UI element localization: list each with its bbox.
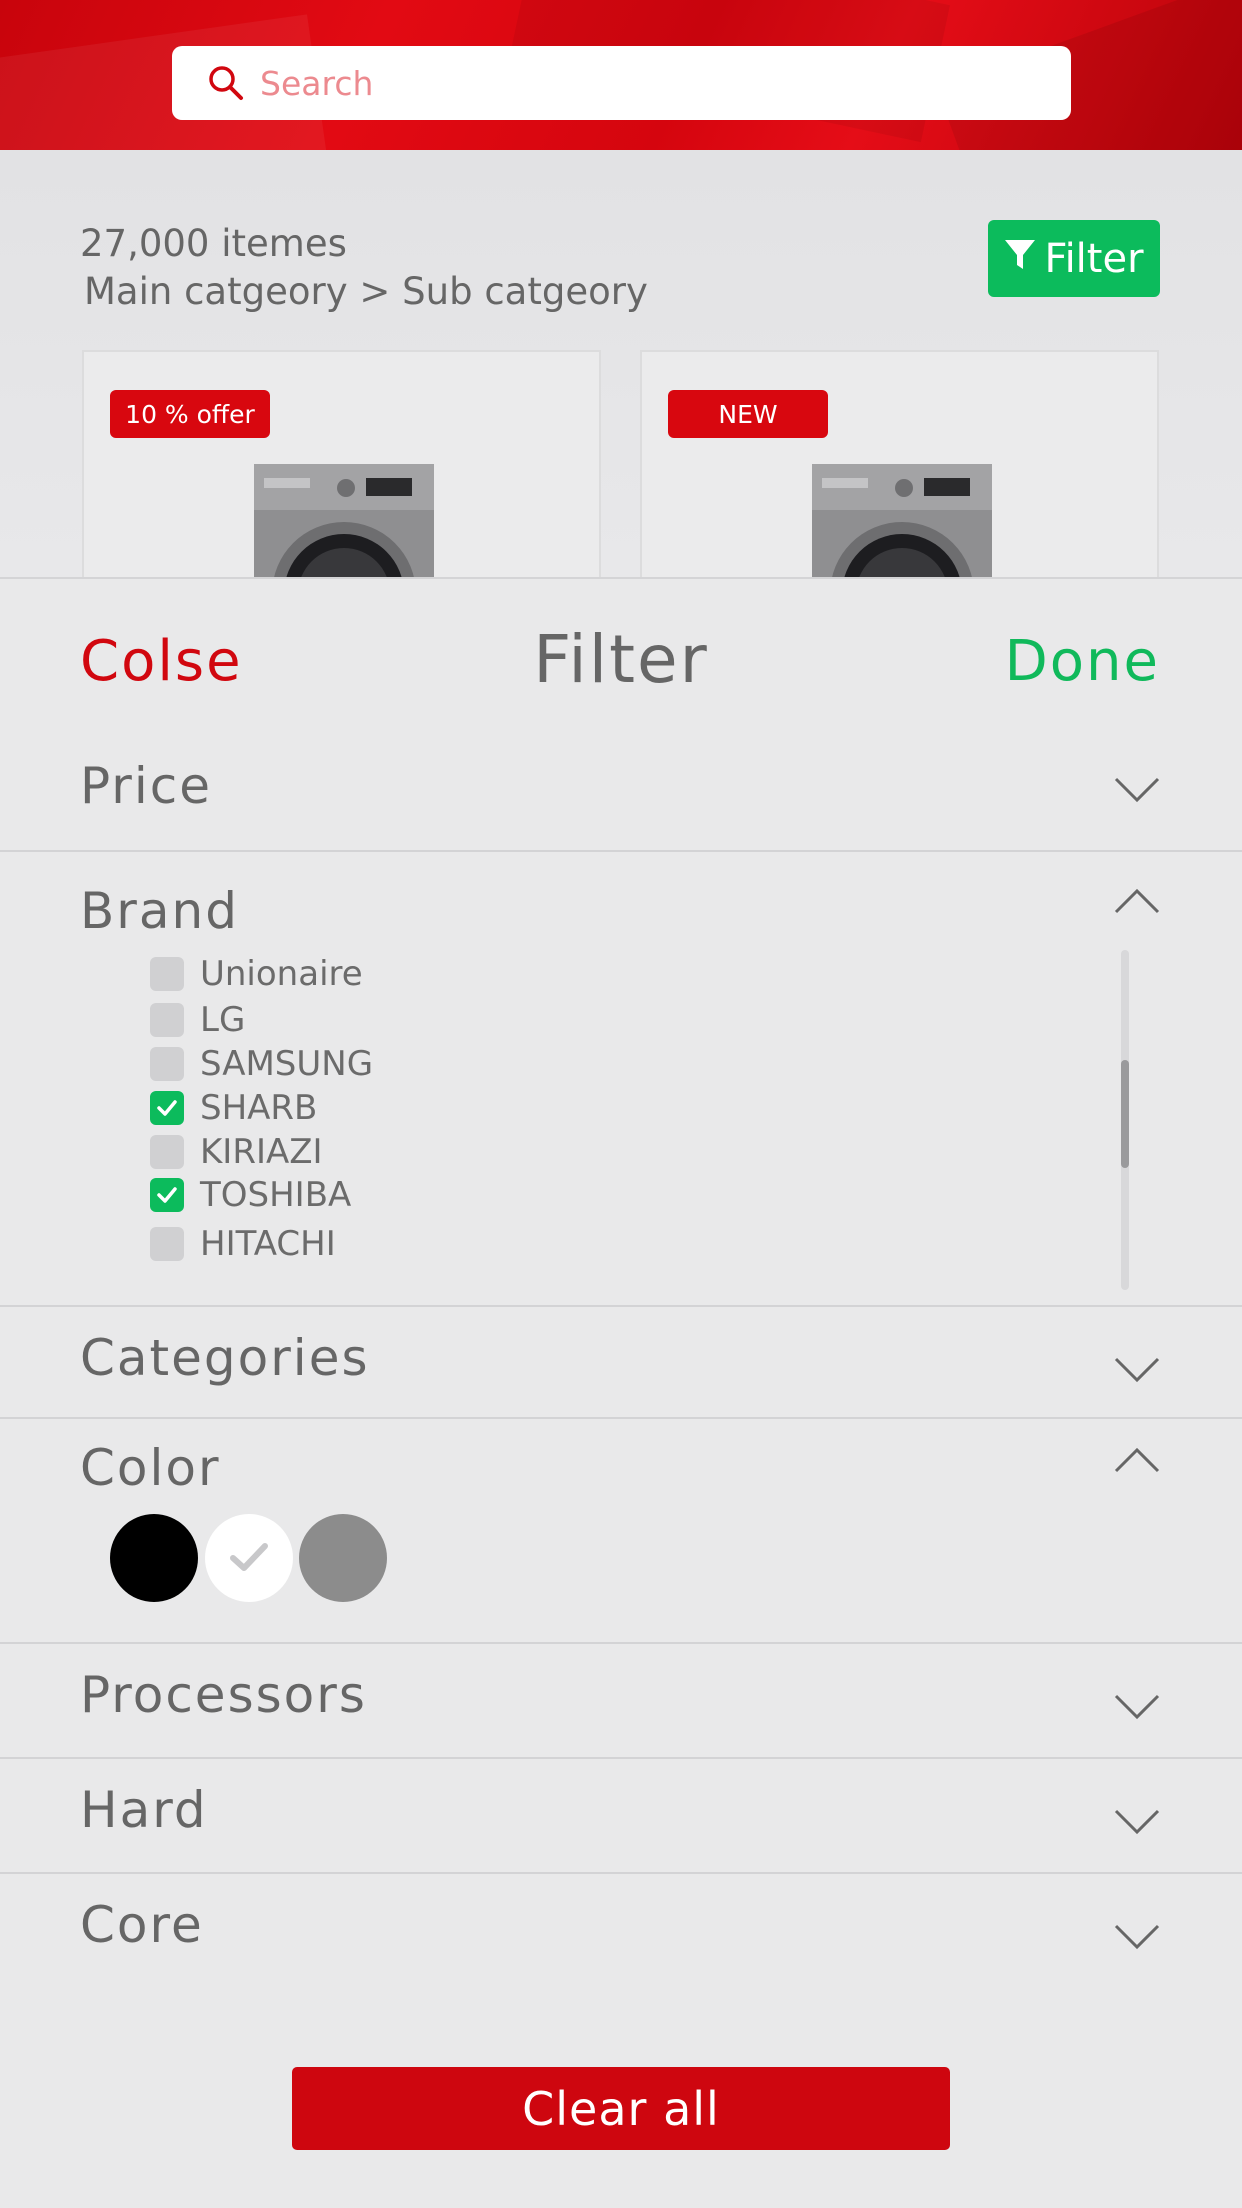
- checkmark-icon: [230, 1543, 268, 1571]
- section-label: Color: [80, 1439, 221, 1497]
- washing-machine-image: [812, 464, 992, 580]
- filter-sheet-header: Colse Filter Done: [0, 579, 1242, 719]
- chevron-down-icon[interactable]: [1114, 1809, 1160, 1835]
- funnel-icon: [1004, 236, 1036, 282]
- brand-option[interactable]: SAMSUNG: [150, 1044, 373, 1084]
- section-brand: Brand Unionaire LG SAMSUNG SHARB KIRIAZI…: [0, 852, 1242, 1307]
- app-header: [0, 0, 1242, 150]
- product-card[interactable]: NEW: [640, 350, 1159, 580]
- brand-option[interactable]: SHARB: [150, 1088, 317, 1128]
- clear-all-button[interactable]: Clear all: [292, 2067, 950, 2150]
- open-filter-button[interactable]: Filter: [988, 220, 1160, 297]
- brand-option[interactable]: HITACHI: [150, 1224, 336, 1264]
- section-label: Categories: [80, 1329, 370, 1387]
- section-categories[interactable]: Categories: [0, 1307, 1242, 1419]
- filter-sheet: Colse Filter Done Price Brand Unionaire …: [0, 577, 1242, 2208]
- chevron-down-icon[interactable]: [1114, 1357, 1160, 1383]
- color-swatch-gray[interactable]: [299, 1514, 387, 1602]
- chevron-down-icon[interactable]: [1114, 1924, 1160, 1950]
- section-label: Hard: [80, 1781, 208, 1839]
- checkbox[interactable]: [150, 1135, 184, 1169]
- chevron-down-icon[interactable]: [1114, 1694, 1160, 1720]
- washing-machine-image: [254, 464, 434, 580]
- section-color: Color: [0, 1419, 1242, 1644]
- section-label: Processors: [80, 1666, 367, 1724]
- brand-option[interactable]: Unionaire: [150, 954, 363, 994]
- section-core[interactable]: Core: [0, 1874, 1242, 1989]
- chevron-down-icon[interactable]: [1114, 777, 1160, 803]
- breadcrumb: Main catgeory > Sub catgeory: [84, 270, 648, 313]
- checkbox[interactable]: [150, 1047, 184, 1081]
- scrollbar-thumb[interactable]: [1121, 1060, 1129, 1168]
- color-swatch-white[interactable]: [205, 1514, 293, 1602]
- brand-option[interactable]: KIRIAZI: [150, 1132, 323, 1172]
- offer-badge: 10 % offer: [110, 390, 270, 438]
- chevron-up-icon[interactable]: [1114, 1447, 1160, 1473]
- checkbox-checked[interactable]: [150, 1178, 184, 1212]
- new-badge: NEW: [668, 390, 828, 438]
- search-input[interactable]: [260, 63, 960, 103]
- section-label: Price: [80, 757, 212, 815]
- product-card[interactable]: 10 % offer: [82, 350, 601, 580]
- section-label: Brand: [80, 882, 239, 940]
- section-hard[interactable]: Hard: [0, 1759, 1242, 1874]
- item-count: 27,000 itemes: [80, 222, 347, 265]
- checkmark-icon: [157, 1187, 177, 1203]
- checkbox-checked[interactable]: [150, 1091, 184, 1125]
- done-button[interactable]: Done: [1005, 629, 1160, 694]
- checkbox[interactable]: [150, 1227, 184, 1261]
- checkmark-icon: [157, 1100, 177, 1116]
- color-swatch-black[interactable]: [110, 1514, 198, 1602]
- brand-option[interactable]: TOSHIBA: [150, 1175, 351, 1215]
- search-bar[interactable]: [172, 46, 1071, 120]
- brand-scrollbar[interactable]: [1121, 950, 1129, 1290]
- section-processors[interactable]: Processors: [0, 1644, 1242, 1759]
- brand-option[interactable]: LG: [150, 1000, 245, 1040]
- section-label: Core: [80, 1896, 204, 1954]
- search-icon: [206, 63, 246, 103]
- section-price[interactable]: Price: [0, 719, 1242, 852]
- product-listing: 27,000 itemes Main catgeory > Sub catgeo…: [0, 150, 1242, 580]
- checkbox[interactable]: [150, 957, 184, 991]
- filter-button-label: Filter: [1044, 235, 1144, 282]
- checkbox[interactable]: [150, 1003, 184, 1037]
- chevron-up-icon[interactable]: [1114, 888, 1160, 914]
